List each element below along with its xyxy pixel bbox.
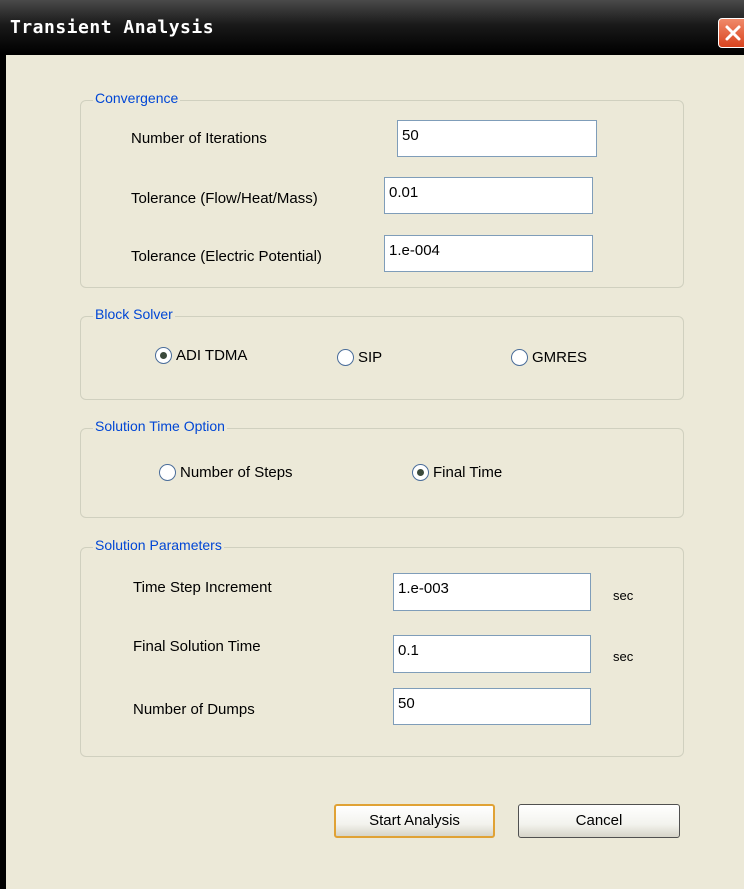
radio-icon — [337, 348, 354, 366]
close-icon — [725, 25, 741, 41]
start-analysis-button[interactable]: Start Analysis — [334, 804, 495, 838]
radio-final-time[interactable]: Final Time — [412, 461, 502, 483]
radio-adi-tdma[interactable]: ADI TDMA — [155, 344, 247, 366]
tolerance-flow-label: Tolerance (Flow/Heat/Mass) — [131, 190, 318, 207]
convergence-group: Convergence Number of Iterations 50 Tole… — [80, 90, 684, 288]
radio-number-of-steps[interactable]: Number of Steps — [159, 461, 293, 483]
radio-gmres[interactable]: GMRES — [511, 346, 587, 368]
time-step-input[interactable]: 1.e-003 — [393, 573, 591, 611]
solution-time-group: Solution Time Option Number of Steps Fin… — [80, 418, 684, 518]
radio-final-time-label: Final Time — [433, 463, 503, 481]
solution-time-legend: Solution Time Option — [93, 418, 227, 434]
radio-icon — [159, 463, 176, 481]
final-time-label: Final Solution Time — [133, 638, 261, 655]
iterations-input[interactable]: 50 — [397, 120, 597, 157]
block-solver-legend: Block Solver — [93, 306, 175, 322]
time-step-unit: sec — [613, 588, 634, 603]
convergence-legend: Convergence — [93, 90, 181, 106]
radio-icon — [511, 348, 528, 366]
dumps-input[interactable]: 50 — [393, 688, 591, 725]
radio-icon — [412, 463, 429, 481]
radio-number-of-steps-label: Number of Steps — [180, 463, 293, 481]
radio-gmres-label: GMRES — [532, 348, 588, 366]
radio-dot — [160, 351, 167, 359]
radio-sip-label: SIP — [358, 348, 383, 366]
dumps-label: Number of Dumps — [133, 701, 255, 718]
dialog-window: Transient Analysis Convergence Number of… — [0, 0, 744, 889]
solution-parameters-group: Solution Parameters Time Step Increment … — [80, 537, 684, 757]
radio-sip[interactable]: SIP — [337, 346, 382, 368]
close-button[interactable] — [718, 18, 744, 48]
iterations-label: Number of Iterations — [131, 130, 267, 147]
time-step-label: Time Step Increment — [133, 579, 272, 596]
window-title: Transient Analysis — [10, 17, 215, 38]
window-border — [0, 55, 6, 889]
final-time-unit: sec — [613, 649, 634, 664]
final-time-input[interactable]: 0.1 — [393, 635, 591, 673]
tolerance-electric-label: Tolerance (Electric Potential) — [131, 248, 322, 265]
cancel-button[interactable]: Cancel — [518, 804, 680, 838]
block-solver-group: Block Solver ADI TDMA SIP GMRES — [80, 306, 684, 400]
tolerance-flow-input[interactable]: 0.01 — [384, 177, 593, 214]
tolerance-electric-input[interactable]: 1.e-004 — [384, 235, 593, 272]
solution-parameters-legend: Solution Parameters — [93, 537, 224, 553]
radio-icon — [155, 346, 172, 364]
radio-adi-tdma-label: ADI TDMA — [176, 346, 248, 364]
title-bar[interactable]: Transient Analysis — [0, 0, 744, 55]
radio-dot — [417, 468, 424, 476]
